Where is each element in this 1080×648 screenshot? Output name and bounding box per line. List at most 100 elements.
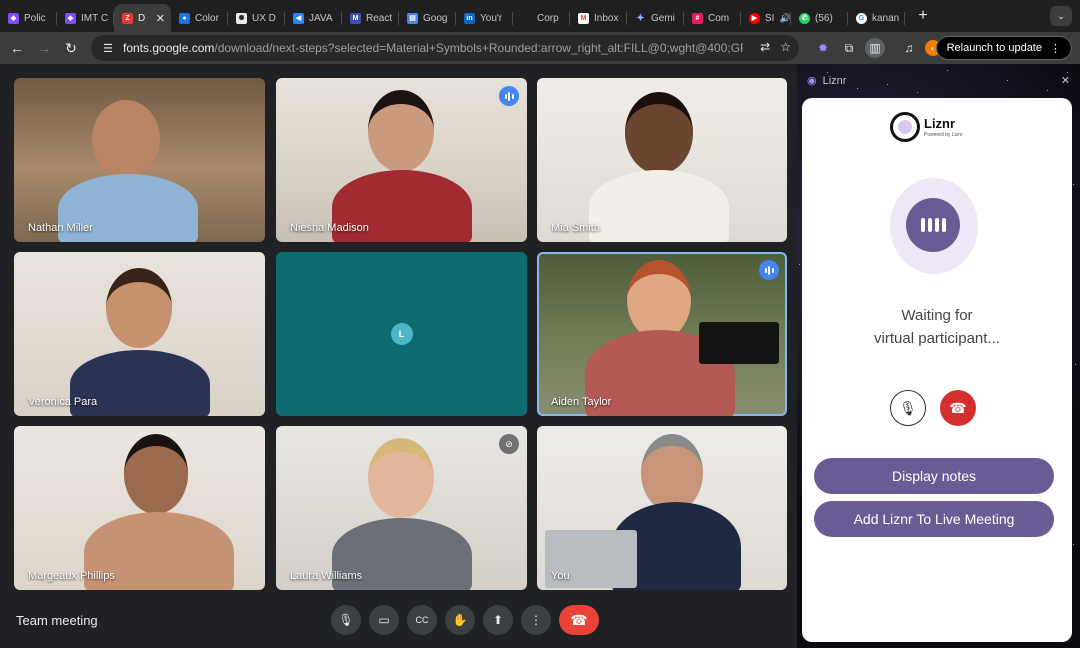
participant-name: Veronica Para [28, 396, 98, 408]
tab-label: Polic [24, 12, 46, 24]
relaunch-label: Relaunch to update [946, 42, 1042, 54]
tab-label: kanan [872, 12, 900, 24]
captions-icon: CC [415, 615, 429, 625]
present-screen-button[interactable]: ⬆ [483, 605, 513, 635]
reload-button[interactable]: ↻ [59, 36, 83, 60]
gemini-icon: ✦ [636, 12, 645, 24]
participant-tile[interactable]: Mia Smith [537, 78, 787, 242]
tab-1[interactable]: ◆ IMT C [57, 4, 114, 32]
tab-strip: ◆ Polic ◆ IMT C Z D ✕ ● Color ✺ UX D ◀ JAVA M Re… [0, 0, 1080, 32]
tab-9[interactable]: Corp [513, 4, 570, 32]
tab-label: UX D [252, 12, 276, 24]
participant-tile[interactable]: Nathan Miller [14, 78, 265, 242]
meeting-title: Team meeting [16, 613, 98, 628]
participant-tile-active-speaker[interactable]: Aiden Taylor [537, 252, 787, 416]
browser-toolbar: ← → ↻ ☰ fonts.google.com/download/next-s… [0, 32, 1080, 64]
tab-10[interactable]: M Inbox [570, 4, 627, 32]
add-liznr-button[interactable]: Add Liznr To Live Meeting [814, 501, 1054, 537]
new-tab-button[interactable]: + [911, 4, 935, 28]
close-icon[interactable]: ✕ [1061, 74, 1070, 87]
participant-video [368, 90, 434, 172]
tab-label: JAVA [309, 12, 333, 24]
microphone-icon: 🎙 [338, 613, 354, 627]
side-panel-icon[interactable]: ▥ [865, 38, 885, 58]
hang-up-icon: ☎ [949, 399, 967, 416]
tab-label: IMT C [81, 12, 109, 24]
participant-name: Aiden Taylor [551, 396, 612, 408]
laptop-screen [699, 322, 779, 364]
side-panel-title: Liznr [822, 74, 847, 87]
tab-label: SI [765, 12, 775, 24]
url-text[interactable]: fonts.google.com/download/next-steps?sel… [123, 41, 743, 55]
audio-bars-icon [906, 198, 960, 252]
microphone-button[interactable]: 🎙 [331, 605, 361, 635]
tab-search-icon[interactable]: ⌄ [1050, 6, 1072, 26]
liznr-hangup-button[interactable]: ☎ [940, 390, 976, 426]
brand-name: Liznr [924, 116, 956, 131]
google-icon: G [856, 12, 867, 24]
participant-tile[interactable]: Veronica Para [14, 252, 265, 416]
more-options-button[interactable]: ⋮ [521, 605, 551, 635]
participant-tile[interactable]: Niesha Madison [276, 78, 527, 242]
waiting-status: Waiting for virtual participant... [802, 304, 1072, 350]
camera-button[interactable]: ▭ [369, 605, 399, 635]
participant-tile[interactable]: You [537, 426, 787, 590]
raise-hand-button[interactable]: ✋ [445, 605, 475, 635]
side-panel: ◉ Liznr ✕ Liznr Powered by Liznr Waiting… [797, 64, 1080, 648]
liznr-logo [890, 112, 920, 142]
tab-13[interactable]: ▶ SI 🔊 [741, 4, 791, 32]
liznr-mic-button[interactable]: 🎙 [890, 390, 926, 426]
participant-video [589, 170, 729, 242]
leave-call-button[interactable]: ☎ [559, 605, 599, 635]
captions-button[interactable]: CC [407, 605, 437, 635]
translate-icon[interactable]: ⇄ [760, 40, 770, 54]
display-notes-button[interactable]: Display notes [814, 458, 1054, 494]
back-button[interactable]: ← [5, 36, 29, 60]
relaunch-button[interactable]: Relaunch to update ⋮ [935, 36, 1072, 60]
participant-name: Margeaux Phillips [28, 570, 115, 582]
tab-15[interactable]: Gkanan [848, 4, 905, 32]
tab-12[interactable]: # Com [684, 4, 741, 32]
tab-11[interactable]: ✦ Gemi [627, 4, 684, 32]
tab-6[interactable]: M React [342, 4, 399, 32]
jira-icon: ◀ [293, 12, 304, 24]
tab-8[interactable]: in You'r [456, 4, 513, 32]
participant-video [627, 260, 691, 340]
bookmark-star-icon[interactable]: ☆ [780, 40, 791, 54]
participant-tile[interactable]: ⊘ Laura Williams [276, 426, 527, 590]
speaker-icon[interactable]: 🔊 [779, 13, 790, 24]
participant-video [641, 434, 703, 512]
extension-sparkle-icon[interactable]: ✹ [813, 38, 833, 58]
add-liznr-label: Add Liznr To Live Meeting [853, 511, 1015, 527]
extensions-puzzle-icon[interactable]: ⧉ [839, 38, 859, 58]
participant-tile[interactable]: Margeaux Phillips [14, 426, 265, 590]
tab-5[interactable]: ◀ JAVA [285, 4, 342, 32]
participant-name: Nathan Miller [28, 222, 93, 234]
zoho-icon: Z [122, 12, 133, 24]
participant-video [92, 100, 160, 178]
tab-4[interactable]: ✺ UX D [228, 4, 285, 32]
url-path: /download/next-steps?selected=Material+S… [214, 41, 743, 55]
close-icon[interactable]: ✕ [156, 12, 165, 25]
more-options-icon[interactable]: ⋮ [1050, 42, 1061, 55]
hang-up-icon: ☎ [570, 611, 588, 628]
tab-active[interactable]: Z D ✕ [114, 4, 171, 32]
slack-icon: # [692, 12, 703, 24]
tab-label: Goog [423, 12, 448, 24]
media-controls-icon[interactable]: ♫ [899, 38, 919, 58]
participant-name: Niesha Madison [290, 222, 369, 234]
tab-7[interactable]: ▤ Goog [399, 4, 456, 32]
tab-0[interactable]: ◆ Polic [0, 4, 57, 32]
forward-button[interactable]: → [32, 36, 56, 60]
tab-14[interactable]: ✆ (56) [791, 4, 848, 32]
display-notes-label: Display notes [891, 468, 977, 484]
tab-3[interactable]: ● Color [171, 4, 228, 32]
google-doc-icon: ▤ [407, 12, 418, 24]
participant-tile[interactable]: L [276, 252, 527, 416]
tab-label: (56) [815, 12, 833, 24]
site-info-icon[interactable]: ☰ [101, 41, 115, 55]
audio-level-icon [759, 260, 779, 280]
tab-label: Gemi [651, 12, 675, 24]
brand-subtitle: Powered by Liznr [924, 132, 963, 138]
address-bar[interactable]: ☰ fonts.google.com/download/next-steps?s… [91, 35, 799, 61]
